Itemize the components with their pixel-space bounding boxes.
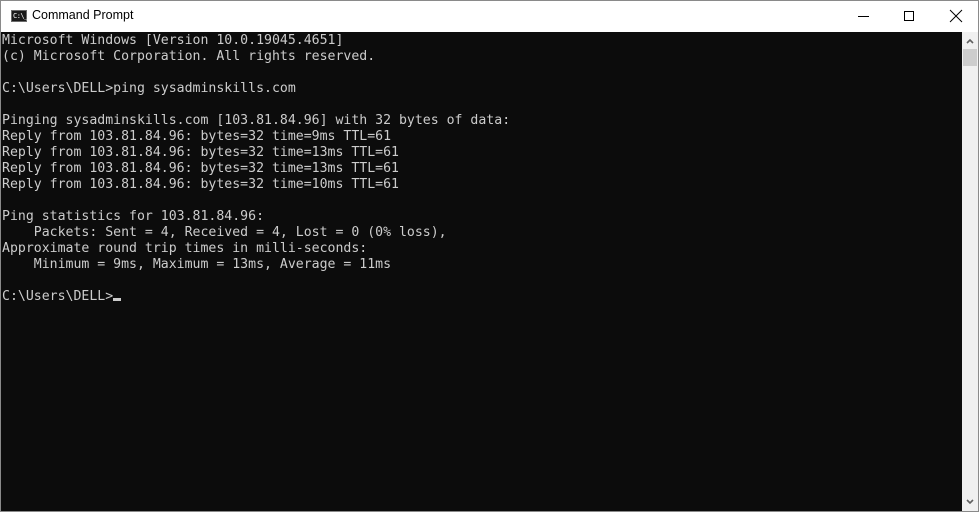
console-lines: Microsoft Windows [Version 10.0.19045.46… [2,33,510,272]
minimize-icon [858,16,869,17]
console-line: Microsoft Windows [Version 10.0.19045.46… [2,33,344,48]
close-icon [949,9,963,23]
console-line: Minimum = 9ms, Maximum = 13ms, Average =… [33,257,392,272]
maximize-icon [904,11,914,21]
minimize-button[interactable] [840,1,886,32]
console-line: Pinging sysadminskills.com [103.81.84.96… [2,113,511,128]
console-line: Reply from 103.81.84.96: bytes=32 time=9… [2,129,392,144]
scroll-up-button[interactable] [962,32,978,49]
text-cursor [113,298,122,301]
console-line: Reply from 103.81.84.96: bytes=32 time=1… [2,177,399,192]
maximize-button[interactable] [886,1,932,32]
scrollbar-thumb[interactable] [963,49,977,66]
console-line: Reply from 103.81.84.96: bytes=32 time=1… [2,161,399,176]
title-bar[interactable]: C:\_ Command Prompt [1,1,978,32]
scroll-down-button[interactable] [962,494,978,511]
command-prompt: C:\Users\DELL> [2,289,114,304]
close-button[interactable] [932,1,978,32]
console-text: Microsoft Windows [Version 10.0.19045.46… [1,32,962,305]
console-line: Reply from 103.81.84.96: bytes=32 time=1… [2,145,399,160]
vertical-scrollbar[interactable] [962,32,978,511]
chevron-down-icon [966,499,974,505]
command-prompt-window: C:\_ Command Prompt Microsoft Windows [V… [0,0,979,512]
console-line: Ping statistics for 103.81.84.96: [2,209,265,224]
app-icon-label: C:\_ [13,12,28,20]
console-line: Approximate round trip times in milli-se… [2,241,368,256]
console-line: Packets: Sent = 4, Received = 4, Lost = … [33,225,447,240]
window-title: Command Prompt [32,8,134,22]
console-output-area[interactable]: Microsoft Windows [Version 10.0.19045.46… [1,32,962,511]
chevron-up-icon [966,38,974,44]
cmd-app-icon[interactable]: C:\_ [11,10,28,22]
console-line: (c) Microsoft Corporation. All rights re… [2,49,376,64]
console-line: C:\Users\DELL>ping sysadminskills.com [2,81,296,96]
